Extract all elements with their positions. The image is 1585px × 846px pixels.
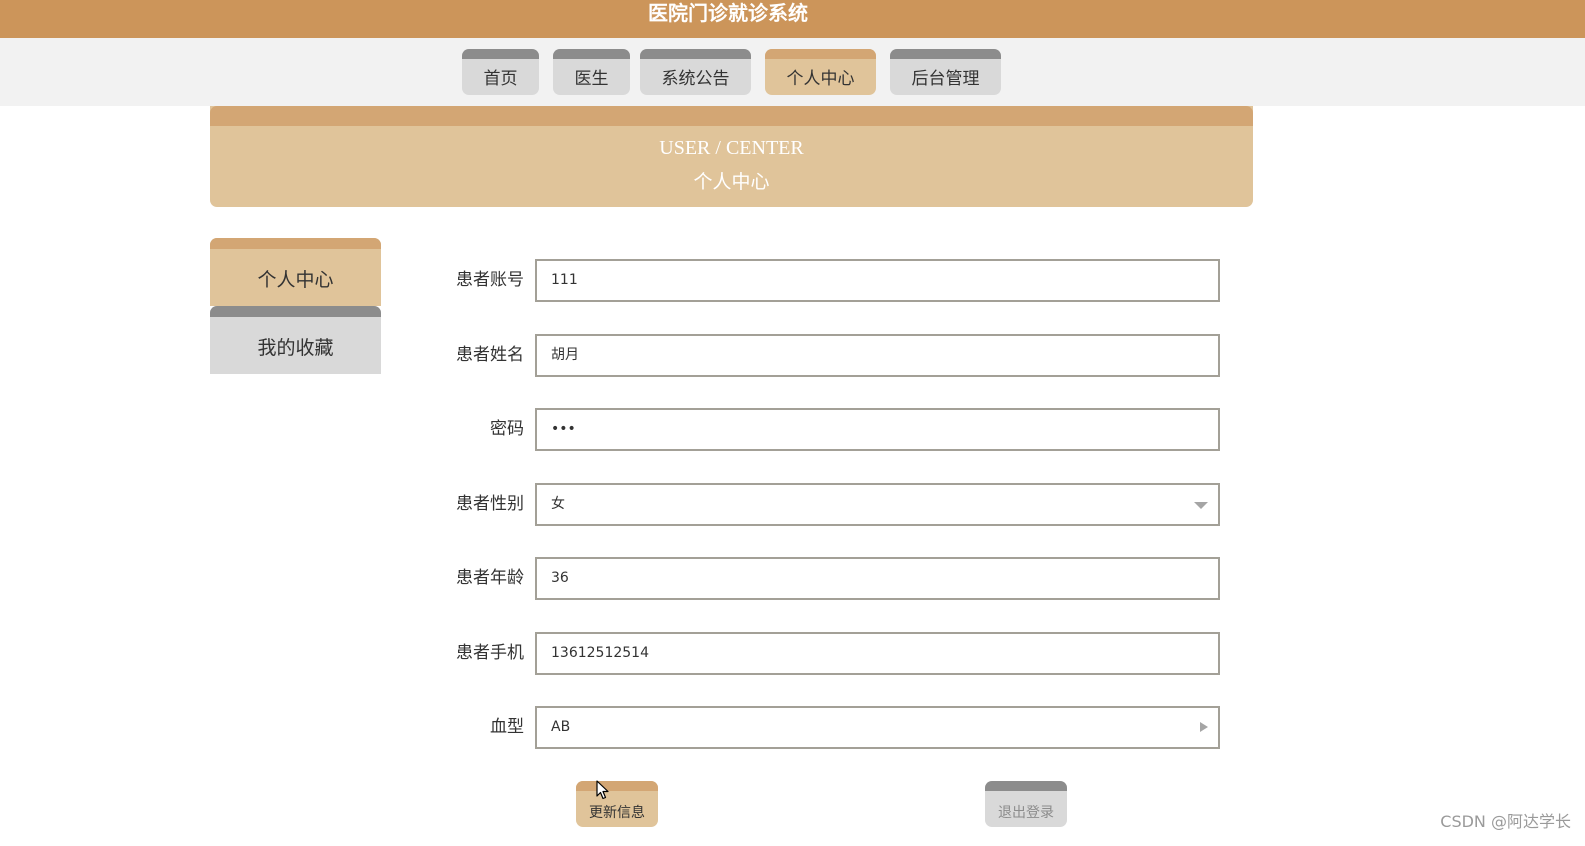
name-input[interactable]: 胡月 bbox=[535, 334, 1220, 377]
page-banner: USER / CENTER 个人中心 bbox=[210, 106, 1253, 207]
banner-title-cn: 个人中心 bbox=[693, 171, 770, 193]
banner-title-en: USER / CENTER bbox=[659, 137, 804, 159]
logout-label: 退出登录 bbox=[998, 805, 1054, 821]
sidebar-item-favorites[interactable]: 我的收藏 bbox=[210, 306, 381, 374]
nav-tab-label: 个人中心 bbox=[786, 69, 855, 89]
account-input[interactable]: 111 bbox=[535, 259, 1220, 302]
blood-type-label: 血型 bbox=[490, 717, 524, 737]
sidebar-item-user-center[interactable]: 个人中心 bbox=[210, 238, 381, 306]
nav-tab-label: 后台管理 bbox=[911, 69, 980, 89]
form-row-name: 患者姓名 胡月 bbox=[420, 334, 1222, 377]
form-row-phone: 患者手机 13612512514 bbox=[420, 632, 1222, 675]
password-label: 密码 bbox=[490, 419, 524, 439]
age-label: 患者年龄 bbox=[456, 568, 524, 588]
account-value: 111 bbox=[551, 272, 578, 288]
nav-tab-admin[interactable]: 后台管理 bbox=[890, 49, 1001, 95]
password-input[interactable]: ••• bbox=[535, 408, 1220, 451]
app-title: 医院门诊就诊系统 bbox=[648, 1, 808, 25]
chevron-right-icon[interactable] bbox=[1200, 722, 1208, 732]
phone-value: 13612512514 bbox=[551, 645, 649, 661]
gender-value: 女 bbox=[551, 496, 565, 512]
account-label: 患者账号 bbox=[456, 270, 524, 290]
nav-tab-home[interactable]: 首页 bbox=[462, 49, 539, 95]
main-nav: 首页 医生 系统公告 个人中心 后台管理 bbox=[0, 38, 1585, 106]
nav-tab-doctor[interactable]: 医生 bbox=[553, 49, 630, 95]
form-row-blood-type: 血型 AB bbox=[420, 706, 1222, 749]
logout-button[interactable]: 退出登录 bbox=[985, 781, 1067, 827]
name-value: 胡月 bbox=[551, 347, 579, 363]
name-label: 患者姓名 bbox=[456, 345, 524, 365]
mouse-cursor-icon bbox=[596, 780, 609, 800]
chevron-down-icon[interactable] bbox=[1194, 502, 1208, 509]
gender-label: 患者性别 bbox=[456, 494, 524, 514]
sidebar-item-label: 个人中心 bbox=[257, 269, 334, 291]
update-info-label: 更新信息 bbox=[589, 805, 645, 821]
blood-type-value: AB bbox=[551, 719, 571, 735]
form-row-gender: 患者性别 女 bbox=[420, 483, 1222, 526]
nav-tab-user-center[interactable]: 个人中心 bbox=[765, 49, 876, 95]
sidebar-item-label: 我的收藏 bbox=[257, 337, 334, 359]
form-row-account: 患者账号 111 bbox=[420, 259, 1222, 302]
age-value: 36 bbox=[551, 570, 569, 586]
watermark: CSDN @阿达学长 bbox=[1440, 812, 1571, 831]
phone-label: 患者手机 bbox=[456, 643, 524, 663]
update-info-button[interactable]: 更新信息 bbox=[576, 781, 658, 827]
age-input[interactable]: 36 bbox=[535, 557, 1220, 600]
nav-tab-label: 系统公告 bbox=[661, 69, 730, 89]
blood-type-select[interactable]: AB bbox=[535, 706, 1220, 749]
nav-tab-label: 首页 bbox=[483, 69, 518, 89]
phone-input[interactable]: 13612512514 bbox=[535, 632, 1220, 675]
password-value: ••• bbox=[551, 421, 576, 437]
form-row-age: 患者年龄 36 bbox=[420, 557, 1222, 600]
top-bar: 医院门诊就诊系统 bbox=[0, 0, 1585, 38]
form-row-password: 密码 ••• bbox=[420, 408, 1222, 451]
nav-tab-notice[interactable]: 系统公告 bbox=[640, 49, 751, 95]
nav-tab-label: 医生 bbox=[574, 69, 609, 89]
gender-select[interactable]: 女 bbox=[535, 483, 1220, 526]
